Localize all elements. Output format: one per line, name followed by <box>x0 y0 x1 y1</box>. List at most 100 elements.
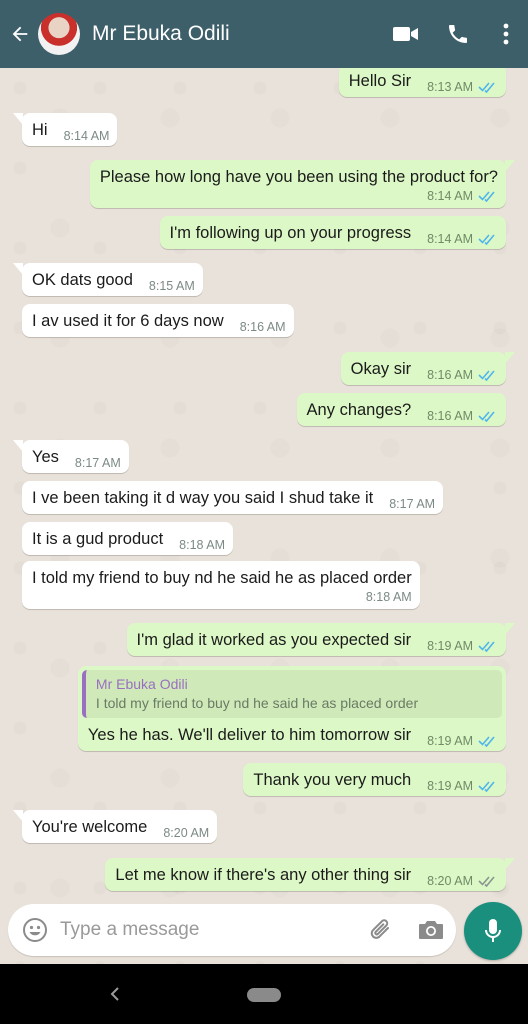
read-ticks-icon <box>478 410 498 422</box>
message-meta: 8:14 AM <box>427 232 498 246</box>
chat-header: Mr Ebuka Odili <box>0 0 528 68</box>
message-time: 8:18 AM <box>365 590 412 604</box>
message-meta: 8:19 AM <box>427 779 498 793</box>
message-incoming[interactable]: You're welcome 8:20 AM <box>12 810 218 843</box>
message-incoming[interactable]: OK dats good 8:15 AM <box>13 263 203 296</box>
message-time: 8:17 AM <box>389 497 436 511</box>
message-text: I told my friend to buy nd he said he as… <box>32 569 412 587</box>
message-text: I'm following up on your progress <box>169 224 412 242</box>
message-time: 8:19 AM <box>427 734 473 748</box>
message-meta: 8:18 AM <box>179 538 225 552</box>
system-home-pill[interactable] <box>247 988 281 1002</box>
camera-icon <box>419 921 443 939</box>
message-text: Hello Sir <box>348 72 412 90</box>
message-outgoing[interactable]: I'm following up on your progress 8:14 AM <box>159 216 506 249</box>
message-text: Any changes? <box>306 401 412 419</box>
voice-call-button[interactable] <box>432 0 484 68</box>
message-meta: 8:16 AM <box>427 409 498 423</box>
message-outgoing-reply[interactable]: Mr Ebuka Odili I told my friend to buy n… <box>77 666 506 751</box>
message-list[interactable]: Hello Sir 8:13 AM Hi 8:14 AM Please how lo… <box>0 68 528 964</box>
emoji-button[interactable] <box>10 904 60 956</box>
message-text: I ve been taking it d way you said I shu… <box>32 489 374 507</box>
more-vert-icon <box>503 23 509 45</box>
message-text: Let me know if there's any other thing s… <box>115 866 412 884</box>
avatar[interactable] <box>38 13 80 55</box>
message-incoming[interactable]: Hi 8:14 AM <box>12 113 118 146</box>
read-ticks-icon <box>478 640 498 652</box>
attach-button[interactable] <box>356 904 406 956</box>
message-meta: 8:17 AM <box>389 497 435 511</box>
menu-button[interactable] <box>484 0 528 68</box>
read-ticks-icon <box>478 369 498 381</box>
contact-name[interactable]: Mr Ebuka Odili <box>92 22 380 46</box>
read-ticks-icon <box>478 735 498 747</box>
message-time: 8:18 AM <box>179 538 226 552</box>
phone-icon <box>449 25 467 43</box>
read-ticks-icon <box>478 190 498 202</box>
chevron-left-icon <box>110 987 119 1001</box>
message-meta: 8:14 AM <box>100 189 498 203</box>
message-time: 8:14 AM <box>63 129 110 143</box>
video-call-button[interactable] <box>380 0 432 68</box>
message-incoming[interactable]: It is a gud product 8:18 AM <box>22 522 234 555</box>
message-meta: 8:13 AM <box>427 80 498 94</box>
message-outgoing[interactable]: Any changes? 8:16 AM <box>296 393 506 426</box>
message-text: Please how long have you been using the … <box>99 168 498 186</box>
message-time: 8:14 AM <box>427 189 473 203</box>
message-outgoing[interactable]: I'm glad it worked as you expected sir 8:… <box>126 623 515 656</box>
message-input-container[interactable]: Type a message <box>8 904 456 956</box>
message-incoming[interactable]: I ve been taking it d way you said I shu… <box>22 481 444 514</box>
composer: Type a message <box>0 898 528 964</box>
message-outgoing[interactable]: Thank you very much 8:19 AM <box>243 763 506 796</box>
arrow-left-icon <box>12 26 28 42</box>
read-ticks-icon <box>478 233 498 245</box>
message-text: Okay sir <box>350 360 412 378</box>
message-time: 8:20 AM <box>163 826 210 840</box>
voice-message-button[interactable] <box>464 902 522 960</box>
delivered-ticks-icon <box>478 875 498 887</box>
message-outgoing[interactable]: Please how long have you been using the … <box>89 160 516 208</box>
read-ticks-icon <box>478 81 498 93</box>
system-back-button[interactable] <box>104 982 126 1006</box>
camera-button[interactable] <box>406 904 456 956</box>
message-time: 8:14 AM <box>427 232 473 246</box>
message-text: Yes he has. We'll deliver to him tomorro… <box>87 726 412 744</box>
message-time: 8:16 AM <box>427 368 473 382</box>
message-outgoing[interactable]: Hello Sir 8:13 AM <box>338 68 506 97</box>
message-text: OK dats good <box>32 271 133 289</box>
message-time: 8:16 AM <box>239 320 286 334</box>
message-outgoing[interactable]: Okay sir 8:16 AM <box>340 352 516 385</box>
message-incoming[interactable]: I av used it for 6 days now 8:16 AM <box>22 304 294 337</box>
back-button[interactable] <box>2 0 38 68</box>
message-incoming[interactable]: Yes 8:17 AM <box>13 440 129 473</box>
system-navigation-bar <box>0 964 528 1024</box>
message-time: 8:19 AM <box>427 779 473 793</box>
read-ticks-icon <box>478 780 498 792</box>
message-text: Hi <box>32 121 48 139</box>
message-outgoing[interactable]: Let me know if there's any other thing s… <box>105 858 515 891</box>
message-time: 8:19 AM <box>427 639 473 653</box>
message-meta: 8:20 AM <box>427 874 498 888</box>
quoted-author: Mr Ebuka Odili <box>95 676 188 692</box>
message-time: 8:13 AM <box>427 80 473 94</box>
message-meta: 8:17 AM <box>75 456 121 470</box>
video-call-icon <box>393 27 418 41</box>
message-text: It is a gud product <box>32 530 164 548</box>
message-time: 8:17 AM <box>74 456 121 470</box>
microphone-icon <box>485 919 501 942</box>
message-meta: 8:15 AM <box>149 279 195 293</box>
message-meta: 8:16 AM <box>240 320 286 334</box>
quoted-message[interactable]: Mr Ebuka Odili I told my friend to buy n… <box>81 670 502 718</box>
paperclip-icon <box>370 919 389 939</box>
quoted-text: I told my friend to buy nd he said he as… <box>95 695 419 711</box>
message-text: You're welcome <box>32 818 148 836</box>
message-text: Yes <box>32 448 59 466</box>
message-incoming[interactable]: I told my friend to buy nd he said he as… <box>22 561 420 609</box>
message-text: I'm glad it worked as you expected sir <box>136 631 412 649</box>
message-meta: 8:20 AM <box>163 826 209 840</box>
emoji-icon <box>23 918 47 942</box>
message-meta: 8:16 AM <box>427 368 498 382</box>
message-input[interactable]: Type a message <box>60 919 356 941</box>
message-time: 8:16 AM <box>427 409 473 423</box>
message-text: I av used it for 6 days now <box>32 312 224 330</box>
